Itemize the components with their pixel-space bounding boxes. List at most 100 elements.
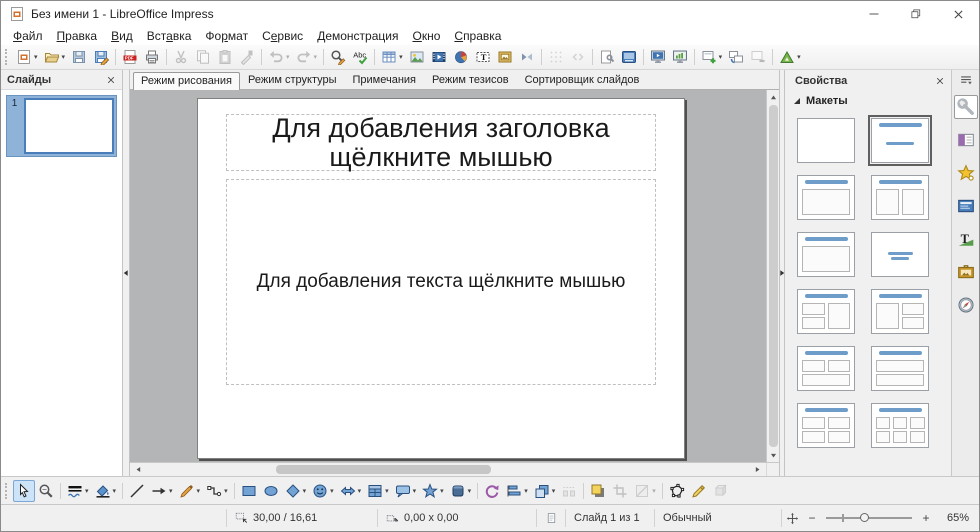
zoom-slider-knob[interactable]: [860, 513, 869, 522]
tab-outline[interactable]: Режим структуры: [240, 71, 345, 89]
arrange-button[interactable]: ▾: [531, 480, 559, 502]
align-button[interactable]: ▾: [503, 480, 531, 502]
open-button[interactable]: ▾: [41, 46, 69, 68]
copy-button[interactable]: [192, 46, 214, 68]
export-pdf-button[interactable]: PDF: [119, 46, 141, 68]
status-size[interactable]: 0,00 x 0,00: [378, 505, 536, 531]
slides-panel-close-button[interactable]: [106, 75, 116, 85]
left-panel-splitter[interactable]: [123, 70, 130, 476]
table-button[interactable]: ▾: [378, 46, 406, 68]
menu-help[interactable]: Справка: [447, 28, 508, 44]
layout-title-only[interactable]: [797, 232, 855, 277]
arrow-line-button[interactable]: ▾: [148, 480, 176, 502]
presentation-settings-button[interactable]: [669, 46, 691, 68]
media-button[interactable]: [428, 46, 450, 68]
slide-properties-button[interactable]: [596, 46, 618, 68]
menu-file[interactable]: Файл: [6, 28, 50, 44]
callouts-button[interactable]: ▾: [392, 480, 420, 502]
zoom-slider[interactable]: [826, 517, 912, 519]
layout-blank[interactable]: [797, 118, 855, 163]
tab-notes[interactable]: Примечания: [345, 71, 425, 89]
insert-frame-button[interactable]: [494, 46, 516, 68]
menu-slideshow[interactable]: Демонстрация: [310, 28, 405, 44]
toolbar-drag-handle[interactable]: [5, 49, 9, 65]
duplicate-slide-button[interactable]: [725, 46, 747, 68]
title-placeholder[interactable]: Для добавления заголовка щёлкните мышью: [226, 114, 656, 171]
status-view-name[interactable]: Обычный: [655, 505, 781, 531]
layout-1left-2right[interactable]: [871, 289, 929, 334]
spelling-button[interactable]: Abc: [349, 46, 371, 68]
layout-1top-1bottom[interactable]: [871, 346, 929, 391]
cut-button[interactable]: [170, 46, 192, 68]
layout-title-content[interactable]: [797, 175, 855, 220]
symbol-shapes-button[interactable]: ▾: [309, 480, 337, 502]
layout-4grid[interactable]: [797, 403, 855, 448]
extrusion-button[interactable]: [710, 480, 732, 502]
print-button[interactable]: [141, 46, 163, 68]
line-button[interactable]: [126, 480, 148, 502]
tab-sorter[interactable]: Сортировщик слайдов: [517, 71, 648, 89]
stars-button[interactable]: ▾: [419, 480, 447, 502]
paste-button[interactable]: [214, 46, 236, 68]
menu-format[interactable]: Формат: [198, 28, 255, 44]
ellipse-shape-button[interactable]: [260, 480, 282, 502]
line-style-button[interactable]: ▾: [64, 480, 92, 502]
toolbar-drag-handle[interactable]: [5, 483, 9, 499]
zoom-percent[interactable]: 65%: [935, 505, 979, 531]
flowchart-button[interactable]: ▾: [364, 480, 392, 502]
minimize-button[interactable]: [853, 1, 895, 27]
tab-drawing[interactable]: Режим рисования: [133, 72, 240, 90]
layout-title-sub[interactable]: [871, 118, 929, 163]
layout-2top-1bottom[interactable]: [797, 346, 855, 391]
special-char-button[interactable]: [516, 46, 538, 68]
chart-button[interactable]: [450, 46, 472, 68]
sidebar-tab-gallery[interactable]: [954, 260, 978, 284]
sidebar-tab-navigator[interactable]: [954, 293, 978, 317]
sidebar-tab-master-pages[interactable]: [954, 194, 978, 218]
save-as-button[interactable]: [90, 46, 112, 68]
slides-list[interactable]: 1: [1, 90, 122, 476]
close-button[interactable]: [937, 1, 979, 27]
menu-edit[interactable]: Правка: [50, 28, 105, 44]
zoom-tool-button[interactable]: [35, 480, 57, 502]
select-button[interactable]: [13, 480, 35, 502]
sidebar-menu-button[interactable]: [959, 73, 973, 87]
image-button[interactable]: [406, 46, 428, 68]
body-placeholder[interactable]: Для добавления текста щёлкните мышью: [226, 179, 656, 385]
menu-insert[interactable]: Вставка: [140, 28, 199, 44]
scroll-left-button[interactable]: [132, 464, 145, 476]
scroll-right-button[interactable]: [751, 464, 764, 476]
layout-title-2col[interactable]: [871, 175, 929, 220]
curve-button[interactable]: ▾: [176, 480, 204, 502]
restore-button[interactable]: [895, 1, 937, 27]
sidebar-close-button[interactable]: [935, 76, 945, 86]
fontwork-button[interactable]: [688, 480, 710, 502]
layout-centered[interactable]: [871, 232, 929, 277]
zoom-fit-button[interactable]: [782, 505, 803, 531]
helplines-button[interactable]: [567, 46, 589, 68]
sidebar-tab-properties[interactable]: [954, 95, 978, 119]
right-panel-splitter[interactable]: [779, 70, 785, 476]
filter-button[interactable]: ▾: [631, 480, 659, 502]
fill-color-button[interactable]: ▾: [92, 480, 120, 502]
sidebar-tab-transition[interactable]: [954, 128, 978, 152]
3d-objects-button[interactable]: ▾: [447, 480, 475, 502]
block-arrows-button[interactable]: ▾: [337, 480, 365, 502]
text-box-button[interactable]: T: [472, 46, 494, 68]
shadow-button[interactable]: [587, 480, 609, 502]
new-slide-button[interactable]: ▾: [698, 46, 726, 68]
presentation-button[interactable]: [647, 46, 669, 68]
clone-formatting-button[interactable]: [236, 46, 258, 68]
display-mode-button[interactable]: [618, 46, 640, 68]
find-replace-button[interactable]: [327, 46, 349, 68]
save-button[interactable]: [68, 46, 90, 68]
tab-handout[interactable]: Режим тезисов: [424, 71, 517, 89]
sidebar-tab-styles[interactable]: T: [954, 227, 978, 251]
crop-button[interactable]: [609, 480, 631, 502]
layout-2left-1right[interactable]: [797, 289, 855, 334]
slide-canvas[interactable]: Для добавления заголовка щёлкните мышью …: [130, 90, 766, 462]
zoom-in-button[interactable]: +: [921, 511, 931, 525]
scroll-down-button[interactable]: [767, 449, 780, 461]
scroll-up-button[interactable]: [767, 91, 780, 103]
zoom-out-button[interactable]: −: [807, 511, 817, 525]
